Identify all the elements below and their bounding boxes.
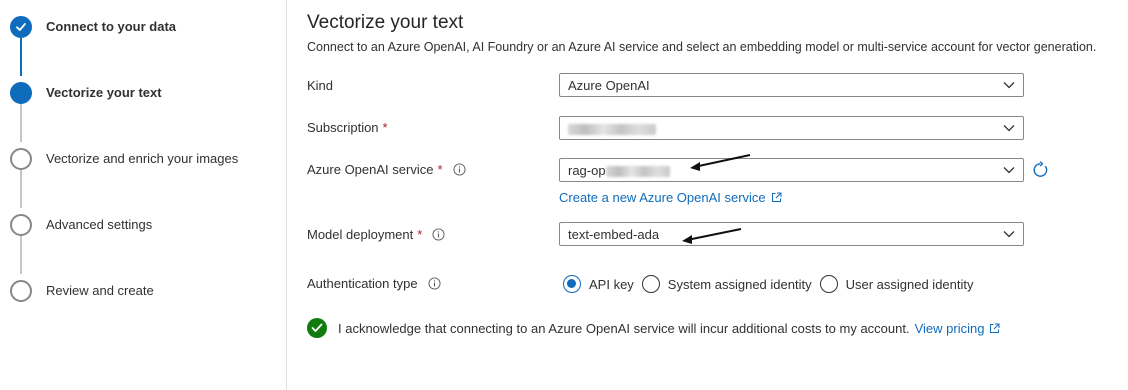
step-review-and-create[interactable]: Review and create — [0, 279, 280, 303]
refresh-icon[interactable] — [1031, 161, 1049, 179]
radio-indicator — [819, 275, 838, 293]
step-pending-indicator — [10, 280, 32, 302]
view-pricing-link[interactable]: View pricing — [915, 321, 1001, 336]
external-link-icon — [990, 323, 1000, 333]
chevron-down-icon — [1003, 82, 1015, 89]
info-icon[interactable] — [452, 163, 466, 176]
step-pending-indicator — [10, 214, 32, 236]
chevron-down-icon — [1003, 125, 1015, 132]
kind-dropdown[interactable]: Azure OpenAI — [559, 73, 1024, 97]
step-label: Review and create — [46, 283, 154, 298]
step-label: Vectorize and enrich your images — [46, 151, 239, 166]
model-deployment-value: text-embed-ada — [568, 227, 660, 242]
radio-selected-indicator — [563, 275, 581, 293]
checkmark-icon — [16, 23, 26, 31]
annotation-arrow — [690, 154, 751, 171]
service-value: rag-op — [568, 163, 670, 178]
redacted-value — [605, 166, 670, 178]
radio-label: System assigned identity — [667, 276, 812, 292]
step-pending-indicator — [10, 148, 32, 170]
radio-label: API key — [589, 276, 634, 292]
chevron-down-icon — [1003, 231, 1015, 238]
radio-indicator — [641, 275, 660, 293]
subscription-dropdown[interactable] — [559, 116, 1024, 140]
service-label: Azure OpenAI service * — [307, 162, 466, 177]
external-link-icon — [771, 192, 782, 202]
radio-api-key[interactable]: API key — [563, 275, 634, 293]
required-mark: * — [382, 120, 388, 135]
kind-value: Azure OpenAI — [568, 78, 650, 93]
acknowledge-row: I acknowledge that connecting to an Azur… — [307, 317, 1000, 339]
radio-user-assigned-identity[interactable]: User assigned identity — [819, 275, 974, 293]
radio-label: User assigned identity — [845, 276, 974, 292]
info-icon[interactable] — [428, 277, 441, 290]
step-advanced-settings[interactable]: Advanced settings — [0, 213, 280, 237]
model-deployment-label: Model deployment * — [307, 227, 445, 242]
acknowledge-checkbox[interactable] — [307, 318, 327, 338]
annotation-arrow — [682, 228, 742, 244]
step-label: Connect to your data — [46, 19, 177, 34]
service-dropdown[interactable]: rag-op — [559, 158, 1024, 182]
step-current-indicator — [10, 82, 32, 104]
step-connect-to-your-data[interactable]: Connect to your data — [0, 15, 280, 39]
page-description: Connect to an Azure OpenAI, AI Foundry o… — [307, 40, 1097, 54]
required-mark: * — [437, 162, 443, 177]
info-icon[interactable] — [432, 228, 445, 241]
step-connector — [20, 38, 22, 76]
panel-divider — [286, 0, 287, 390]
step-vectorize-images[interactable]: Vectorize and enrich your images — [0, 147, 280, 171]
step-label: Vectorize your text — [46, 85, 162, 100]
redacted-value — [568, 124, 656, 136]
model-deployment-dropdown[interactable]: text-embed-ada — [559, 222, 1024, 246]
page-title: Vectorize your text — [307, 12, 464, 33]
step-connector — [20, 236, 22, 274]
auth-type-radio-group: API key System assigned identity User as… — [563, 274, 982, 294]
create-service-link[interactable]: Create a new Azure OpenAI service — [559, 190, 782, 205]
chevron-down-icon — [1003, 167, 1015, 174]
step-connector — [20, 170, 22, 208]
radio-system-assigned-identity[interactable]: System assigned identity — [641, 275, 812, 293]
wizard-stepper: Connect to your data Vectorize your text… — [0, 0, 286, 390]
checkmark-icon — [311, 323, 323, 332]
subscription-value — [568, 121, 656, 136]
required-mark: * — [417, 227, 423, 242]
acknowledge-text: I acknowledge that connecting to an Azur… — [338, 320, 910, 336]
step-label: Advanced settings — [46, 217, 153, 232]
step-connector — [20, 104, 22, 142]
step-complete-icon — [10, 16, 32, 38]
kind-label: Kind — [307, 78, 334, 93]
step-vectorize-your-text[interactable]: Vectorize your text — [0, 81, 280, 105]
subscription-label: Subscription * — [307, 120, 388, 135]
auth-type-label: Authentication type — [307, 276, 441, 291]
